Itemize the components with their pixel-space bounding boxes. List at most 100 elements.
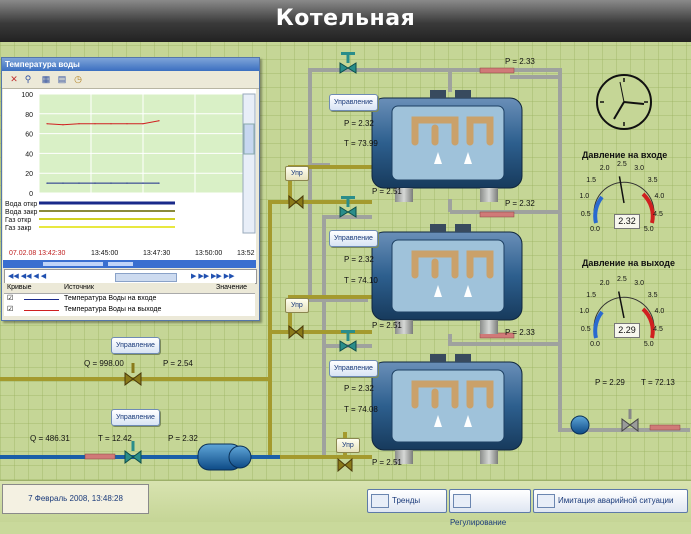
burner-2-control-button[interactable]: Упр bbox=[285, 298, 309, 313]
boiler-2-top-pressure: P = 2.32 bbox=[505, 199, 535, 208]
boiler-1-top-pressure: P = 2.33 bbox=[505, 57, 535, 66]
data-point bbox=[78, 182, 80, 184]
boiler-2-pressure: P = 2.32 bbox=[344, 255, 374, 264]
gas-flow: Q = 998.00 bbox=[84, 359, 124, 368]
digital-channel-label: Вода откр bbox=[5, 201, 37, 208]
gas-valve-control-button[interactable]: Управление bbox=[111, 337, 160, 354]
trend-chart: 0 20 40 60 80 100 Вода открВода закрГаз открГа… bbox=[5, 92, 256, 257]
emergency-label: Имитация аварийной ситуации bbox=[558, 496, 674, 505]
data-point bbox=[158, 182, 160, 184]
status-datetime-panel: 7 Февраль 2008, 13:48:28 bbox=[2, 484, 149, 514]
gauge-scale-label: 0.5 bbox=[580, 325, 591, 333]
data-point bbox=[62, 182, 64, 184]
delete-icon[interactable]: ✕ bbox=[8, 73, 20, 85]
gauge-scale-label: 4.5 bbox=[653, 325, 663, 333]
boiler-2-control-button[interactable]: Управление bbox=[329, 230, 378, 247]
gauge-scale-label: 1.0 bbox=[579, 193, 590, 201]
data-point bbox=[78, 123, 80, 125]
gauge-scale-label: 3.5 bbox=[647, 291, 658, 299]
gauge-scale-label: 5.0 bbox=[643, 225, 654, 233]
boiler-3-control-button[interactable]: Управление bbox=[329, 360, 378, 377]
digital-channel-label: Газ откр bbox=[5, 217, 31, 224]
trend-scroll-strip bbox=[3, 260, 256, 268]
data-point bbox=[142, 182, 144, 184]
water-valve-control-button[interactable]: Управление bbox=[111, 409, 160, 426]
trend-window[interactable]: Температура воды ✕ ⚲ ▦ ▤ ◷ 0 20 40 60 80 100 В… bbox=[1, 57, 260, 321]
curve-checkbox[interactable]: ☑ bbox=[7, 294, 13, 302]
burner-3-control-button[interactable]: Упр bbox=[336, 438, 360, 453]
legend-col-curves: Кривые bbox=[7, 284, 32, 291]
x-tick-label: 13:45:00 bbox=[91, 250, 118, 257]
y-tick-label: 100 bbox=[21, 92, 33, 99]
outlet-temperature: T = 72.13 bbox=[641, 378, 675, 387]
legend-row[interactable]: ☑ Температура Воды на входе bbox=[4, 294, 255, 305]
trends-button[interactable]: Тренды bbox=[367, 489, 447, 513]
table-icon[interactable]: ▦ bbox=[40, 73, 52, 85]
data-point bbox=[158, 120, 160, 122]
y-tick-label: 0 bbox=[29, 191, 33, 198]
gas-pressure: P = 2.54 bbox=[163, 359, 193, 368]
boiler-3-pressure: P = 2.32 bbox=[344, 384, 374, 393]
curve-name: Температура Воды на выходе bbox=[64, 306, 162, 313]
curve-swatch bbox=[24, 310, 59, 311]
boiler-1-control-button[interactable]: Управление bbox=[329, 94, 378, 111]
gauge-scale-label: 3.0 bbox=[634, 280, 644, 288]
data-point bbox=[126, 182, 128, 184]
gauge-scale-label: 0.5 bbox=[580, 210, 591, 218]
data-point bbox=[110, 123, 112, 125]
regulation-button[interactable]: Регулирование bbox=[449, 489, 531, 527]
trends-label: Тренды bbox=[392, 496, 421, 505]
clock-icon[interactable]: ◷ bbox=[72, 73, 84, 85]
curve-checkbox[interactable]: ☑ bbox=[7, 305, 13, 313]
x-tick-label: 07.02.08 13:42:30 bbox=[9, 250, 66, 257]
y-tick-label: 40 bbox=[25, 151, 33, 158]
gauge-scale-label: 0.0 bbox=[590, 340, 600, 348]
trend-scrollbar[interactable] bbox=[115, 273, 177, 282]
y-tick-label: 20 bbox=[25, 171, 33, 178]
boiler-2-temperature: T = 74.10 bbox=[344, 276, 378, 285]
outlet-pump bbox=[570, 415, 590, 435]
x-tick-label: 13:52 bbox=[237, 250, 255, 257]
boiler-3-top-pressure: P = 2.33 bbox=[505, 328, 535, 337]
digital-channel-label: Газ закр bbox=[5, 225, 32, 232]
water-pump bbox=[197, 443, 252, 471]
water-pressure: P = 2.32 bbox=[168, 434, 198, 443]
boiler-3-temperature: T = 74.08 bbox=[344, 405, 378, 414]
trend-window-title: Температура воды bbox=[2, 58, 259, 71]
data-point bbox=[46, 123, 48, 125]
boiler-3-outlet-pressure: P = 2.51 bbox=[372, 458, 402, 467]
first-page-icon[interactable]: ◀◀ ◀◀ ◀ ◀ bbox=[8, 272, 46, 280]
gauge-scale-label: 3.0 bbox=[634, 165, 644, 173]
gauge-scale-label: 4.5 bbox=[653, 210, 663, 218]
page-title: Котельная bbox=[275, 6, 416, 31]
gauge-scale-label: 2.0 bbox=[599, 280, 610, 288]
plot-background bbox=[39, 94, 243, 193]
boiler-2 bbox=[371, 224, 523, 334]
legend-header: Кривые Источник Значение bbox=[4, 283, 255, 294]
legend-col-source: Источник bbox=[64, 284, 94, 291]
water-temperature: T = 12.42 bbox=[98, 434, 132, 443]
gauge-scale-label: 1.0 bbox=[579, 308, 590, 316]
boiler-1-outlet-pressure: P = 2.51 bbox=[372, 187, 402, 196]
trends-icon bbox=[371, 493, 389, 508]
x-tick-label: 13:50:00 bbox=[195, 250, 222, 257]
legend-row[interactable]: ☑ Температура Воды на выходе bbox=[4, 305, 255, 316]
trend-toolbar: ✕ ⚲ ▦ ▤ ◷ bbox=[2, 71, 259, 89]
regulation-label: Регулирование bbox=[450, 518, 507, 527]
burner-1-control-button[interactable]: Упр bbox=[285, 166, 309, 181]
curve-name: Температура Воды на входе bbox=[64, 295, 157, 302]
gauge-scale-label: 3.5 bbox=[647, 176, 658, 184]
zoom-icon[interactable]: ⚲ bbox=[22, 73, 34, 85]
gauge-outlet-readout: 2.29 bbox=[614, 323, 640, 338]
y-tick-label: 80 bbox=[25, 112, 33, 119]
emergency-simulation-button[interactable]: Имитация аварийной ситуации bbox=[533, 489, 688, 513]
last-page-icon[interactable]: ▶ ▶▶ ▶▶ ▶▶ bbox=[191, 272, 235, 280]
trend-nav-bar[interactable]: ◀◀ ◀◀ ◀ ◀ ▶ ▶▶ ▶▶ ▶▶ bbox=[4, 269, 257, 284]
legend-col-value: Значение bbox=[216, 284, 248, 291]
gauge-inlet-title: Давление на входе bbox=[582, 150, 668, 160]
gauge-outlet-title: Давление на выходе bbox=[582, 258, 675, 268]
gauge-scale-label: 4.0 bbox=[654, 193, 665, 201]
data-point bbox=[94, 182, 96, 184]
emergency-icon bbox=[537, 493, 555, 508]
chart-icon[interactable]: ▤ bbox=[56, 73, 68, 85]
